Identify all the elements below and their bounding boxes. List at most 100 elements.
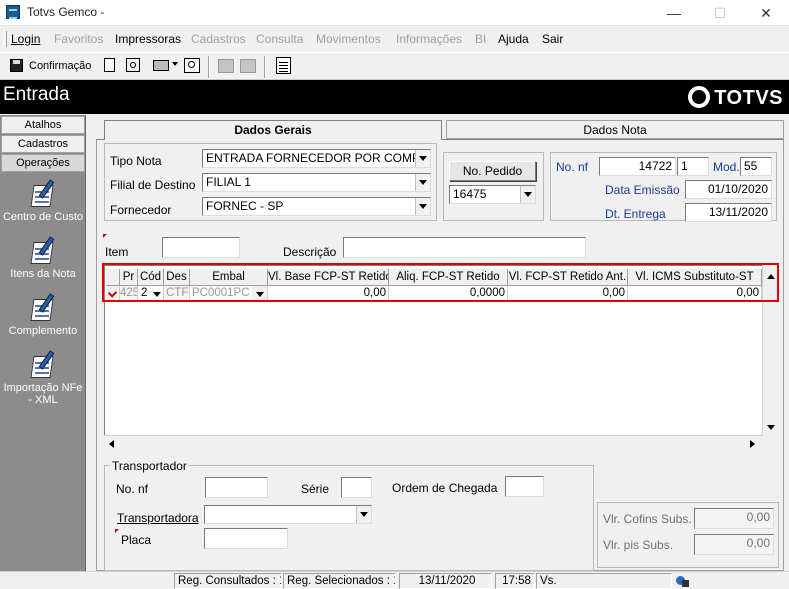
totvs-logo-text: TOTVS <box>714 87 783 109</box>
minimize-button[interactable]: — <box>651 0 697 26</box>
transp-no-nf-label: No. nf <box>116 482 149 496</box>
totvs-logo-icon <box>688 86 711 108</box>
chevron-down-icon[interactable] <box>520 186 535 203</box>
no-pedido-button[interactable]: No. Pedido <box>449 161 536 181</box>
item-field[interactable] <box>162 237 240 258</box>
transportadora-label[interactable]: Transportadora <box>117 511 199 525</box>
new-document-icon[interactable] <box>104 58 115 72</box>
descricao-field[interactable] <box>343 237 586 258</box>
fornecedor-select[interactable]: FORNEC - SP <box>202 197 431 216</box>
document-pen-icon <box>28 350 58 380</box>
search-document-icon[interactable] <box>184 58 200 73</box>
chevron-down-icon[interactable] <box>415 150 430 167</box>
sidebar: Atalhos Cadastros Operações Centro de Cu… <box>0 115 86 571</box>
required-marker <box>115 529 119 533</box>
tab-dados-gerais[interactable]: Dados Gerais <box>104 120 442 140</box>
totvs-logo: TOTVS <box>688 86 783 110</box>
page-title: Entrada <box>3 84 70 105</box>
ordem-chegada-label: Ordem de Chegada <box>392 481 498 495</box>
sidebar-item-label: Complemento <box>8 325 78 337</box>
tipo-nota-label: Tipo Nota <box>110 154 162 168</box>
pis-label: Vlr. pis Subs. <box>603 538 674 552</box>
menu-grip <box>4 31 7 47</box>
chevron-down-icon[interactable] <box>415 174 430 191</box>
document-pen-icon <box>28 293 58 323</box>
cofins-label: Vlr. Cofins Subs. <box>603 512 692 526</box>
filial-select[interactable]: FILIAL 1 <box>202 173 431 192</box>
menu-sair[interactable]: Sair <box>542 32 563 46</box>
filial-label: Filial de Destino <box>110 178 196 192</box>
app-icon <box>6 5 20 19</box>
confirmacao-button[interactable]: Confirmação <box>29 60 91 80</box>
menu-impressoras[interactable]: Impressoras <box>115 32 181 46</box>
transp-no-nf-field[interactable] <box>205 477 268 498</box>
transportadora-select[interactable] <box>204 505 372 524</box>
sidebar-item-complemento[interactable]: Complemento <box>0 293 86 337</box>
status-time: 17:58 <box>495 573 535 589</box>
menu-favoritos[interactable]: Favoritos <box>54 32 103 46</box>
maximize-button[interactable]: ☐ <box>697 0 743 26</box>
window-title: Totvs Gemco - <box>27 5 105 19</box>
filial-value: FILIAL 1 <box>206 175 251 189</box>
item-label: Item <box>105 245 129 259</box>
data-emissao-field[interactable]: 01/10/2020 <box>685 180 772 199</box>
toolbar-separator <box>208 56 210 78</box>
pedido-value: 16475 <box>453 187 487 201</box>
scroll-right-icon[interactable] <box>744 436 759 451</box>
title-bar: Totvs Gemco - — ☐ ✕ <box>0 0 789 26</box>
sidebar-tab-atalhos[interactable]: Atalhos <box>1 116 85 134</box>
toolbar: Confirmação <box>0 52 789 80</box>
notepad-icon[interactable] <box>276 57 291 74</box>
chevron-down-icon[interactable] <box>415 198 430 215</box>
sidebar-item-centro-de-custo[interactable]: Centro de Custo <box>0 179 86 223</box>
menu-bi[interactable]: BI <box>475 32 486 46</box>
pedido-select[interactable]: 16475 <box>449 185 536 204</box>
dt-entrega-label: Dt. Entrega <box>605 207 666 221</box>
menu-bar: Login Favoritos Impressoras Cadastros Co… <box>0 28 789 50</box>
tab-dados-nota[interactable]: Dados Nota <box>446 120 784 139</box>
grid-horizontal-scrollbar[interactable] <box>104 435 763 451</box>
chevron-down-icon[interactable] <box>356 506 371 523</box>
cofins-field: 0,00 <box>694 508 774 529</box>
printer-dropdown-icon[interactable] <box>172 62 178 66</box>
highlight-box <box>102 263 779 302</box>
disabled-tool-2-icon[interactable] <box>240 59 256 73</box>
serie-field[interactable]: 1 <box>677 157 709 176</box>
sidebar-tab-cadastros[interactable]: Cadastros <box>1 135 85 153</box>
required-marker <box>103 234 107 238</box>
dt-entrega-field[interactable]: 13/11/2020 <box>685 203 772 222</box>
status-bar: Reg. Consultados : 1 Reg. Selecionados :… <box>0 571 789 589</box>
mod-field[interactable]: 55 <box>740 157 772 176</box>
no-nf-field[interactable]: 14722 <box>599 157 676 176</box>
close-button[interactable]: ✕ <box>743 0 789 26</box>
print-preview-icon[interactable] <box>126 58 140 72</box>
placa-label: Placa <box>121 533 152 547</box>
sidebar-item-importacao-nfe-xml[interactable]: Importação NFe - XML <box>0 350 86 406</box>
ordem-chegada-field[interactable] <box>505 476 544 497</box>
menu-cadastros[interactable]: Cadastros <box>191 32 246 46</box>
scroll-left-icon[interactable] <box>104 436 119 451</box>
network-user-icon <box>676 574 690 588</box>
sidebar-item-label: Itens da Nota <box>10 268 76 280</box>
sidebar-item-itens-da-nota[interactable]: Itens da Nota <box>0 236 86 280</box>
transp-serie-label: Série <box>301 482 330 496</box>
data-emissao-label: Data Emissão <box>605 183 680 197</box>
scroll-down-icon[interactable] <box>763 420 778 435</box>
menu-ajuda[interactable]: Ajuda <box>498 32 529 46</box>
menu-consulta[interactable]: Consulta <box>256 32 303 46</box>
status-date: 13/11/2020 <box>399 573 492 589</box>
menu-login[interactable]: Login <box>11 32 40 46</box>
printer-icon[interactable] <box>153 60 169 71</box>
menu-informacoes[interactable]: Informações <box>396 32 462 46</box>
transp-serie-field[interactable] <box>341 477 372 498</box>
toolbar-separator <box>264 56 266 78</box>
save-icon[interactable] <box>10 59 23 72</box>
tipo-nota-value: ENTRADA FORNECEDOR POR COMPRAS <box>206 151 431 165</box>
menu-movimentos[interactable]: Movimentos <box>316 32 381 46</box>
placa-field[interactable] <box>204 528 288 549</box>
pis-field: 0,00 <box>694 534 774 555</box>
disabled-tool-1-icon[interactable] <box>218 59 234 73</box>
sidebar-tab-operacoes[interactable]: Operações <box>1 154 85 172</box>
descricao-label: Descrição <box>283 245 337 259</box>
tipo-nota-select[interactable]: ENTRADA FORNECEDOR POR COMPRAS <box>202 149 431 168</box>
